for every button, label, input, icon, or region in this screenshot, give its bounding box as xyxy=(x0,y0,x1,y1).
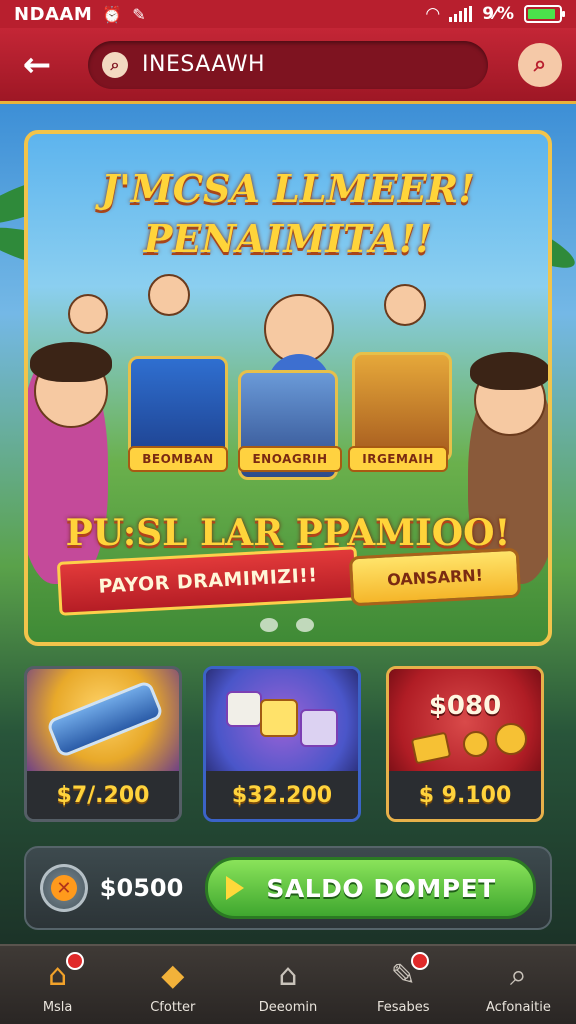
leaf-icon: ✎ xyxy=(132,4,146,24)
wallet-balance-button[interactable]: SALDO DOMPET xyxy=(205,857,536,919)
battery-percent: 9⁄% xyxy=(482,4,514,24)
game-tile-label: BEOMBAN xyxy=(128,446,228,472)
nav-label: Cfotter xyxy=(150,999,196,1015)
product-card[interactable]: $32.200 xyxy=(203,666,361,822)
banner-subtitle: PENAIMITA!! xyxy=(143,216,433,261)
product-card[interactable]: $7/.200 xyxy=(24,666,182,822)
banner-cta-button[interactable]: OANSARN! xyxy=(348,547,522,607)
nav-item-tools[interactable]: ✎ Fesabes xyxy=(346,946,461,1024)
dice-icon xyxy=(300,709,338,747)
promo-ribbon: PAYOR DRAMIMIZI!! xyxy=(56,546,360,616)
carousel-indicator xyxy=(260,618,314,632)
promo-ribbon-text: PAYOR DRAMIMIZI!! xyxy=(97,564,319,598)
nav-label: Fesabes xyxy=(376,999,430,1015)
carrier-name: NDAAM xyxy=(14,3,93,25)
product-art xyxy=(206,669,358,775)
product-art xyxy=(27,669,179,775)
status-bar: NDAAM ⏰ ✎ ◠ 9⁄% xyxy=(0,0,576,28)
nav-label: Acfonaitie xyxy=(485,999,551,1015)
house-icon: ⌂ xyxy=(278,958,298,993)
character-head xyxy=(384,284,426,326)
carousel-dot[interactable] xyxy=(296,618,314,632)
product-art-price: $080 xyxy=(428,691,502,721)
character-hair xyxy=(470,352,548,390)
bottom-nav: ⌂ Msla ◆ Cfotter ⌂ Deeomin ✎ Fesabes ⌕ A… xyxy=(0,944,576,1024)
nav-label: Msla xyxy=(42,999,73,1015)
wallet-button-label: SALDO DOMPET xyxy=(266,873,496,903)
search-icon: ⌕ xyxy=(533,52,547,77)
gift-icon: ◆ xyxy=(161,958,185,993)
character-hair xyxy=(30,342,112,382)
promo-headline: PU:SL LAR PPAMIOO! xyxy=(65,512,511,554)
wifi-icon: ◠ xyxy=(426,4,440,24)
notification-badge xyxy=(411,951,430,970)
wallet-coin-icon: ✕ xyxy=(40,864,88,912)
banner-title: J'MCSA LLMEER! xyxy=(101,166,475,211)
coin-icon xyxy=(495,723,527,755)
sword-icon xyxy=(45,679,165,759)
product-card[interactable]: $080 $ 9.100 xyxy=(386,666,544,822)
carousel-dot[interactable] xyxy=(260,618,278,632)
dice-icon xyxy=(260,699,298,737)
promo-banner[interactable]: J'MCSA LLMEER! PENAIMITA!! BEOMBAN ENOAG… xyxy=(24,130,552,646)
coin-icon xyxy=(463,731,489,757)
search-icon: ⌕ xyxy=(102,51,128,78)
product-art: $080 xyxy=(389,669,541,775)
back-arrow-icon[interactable]: ← xyxy=(14,42,60,88)
alarm-icon: ⏰ xyxy=(102,4,123,24)
nav-label: Deeomin xyxy=(258,999,318,1015)
product-price: $ 9.100 xyxy=(389,771,541,819)
search-icon: ⌕ xyxy=(510,958,527,993)
tools-icon: ✎ xyxy=(381,951,430,996)
search-query: INESAAWH xyxy=(142,52,266,77)
game-tile-label: IRGEMAIH xyxy=(348,446,448,472)
status-right: ◠ 9⁄% xyxy=(426,4,565,24)
play-icon xyxy=(226,876,245,900)
battery-icon xyxy=(524,5,565,23)
nav-item-home[interactable]: ⌂ Msla xyxy=(0,946,115,1024)
search-button[interactable]: ⌕ xyxy=(518,42,562,87)
nav-item-house[interactable]: ⌂ Deeomin xyxy=(230,946,345,1024)
signal-icon xyxy=(449,6,473,22)
dice-icon xyxy=(226,691,262,727)
product-price: $32.200 xyxy=(206,771,358,819)
game-tile-label: ENOAGRIH xyxy=(238,446,342,472)
wallet-bar: ✕ $0500 SALDO DOMPET xyxy=(24,846,552,930)
product-price: $7/.200 xyxy=(27,771,179,819)
gold-bar-icon xyxy=(410,731,452,765)
notification-badge xyxy=(65,951,84,970)
search-input[interactable]: ⌕ INESAAWH xyxy=(88,40,488,89)
close-x-icon: ✕ xyxy=(50,875,77,901)
home-icon: ⌂ xyxy=(36,951,84,996)
banner-cta-label: OANSARN! xyxy=(386,565,484,589)
character-head xyxy=(148,274,190,316)
nav-item-gift[interactable]: ◆ Cfotter xyxy=(115,946,230,1024)
wallet-balance: $0500 xyxy=(99,874,184,902)
character-head xyxy=(68,294,108,334)
app-header: ← ⌕ INESAAWH ⌕ xyxy=(0,28,576,104)
nav-item-search[interactable]: ⌕ Acfonaitie xyxy=(461,946,576,1024)
